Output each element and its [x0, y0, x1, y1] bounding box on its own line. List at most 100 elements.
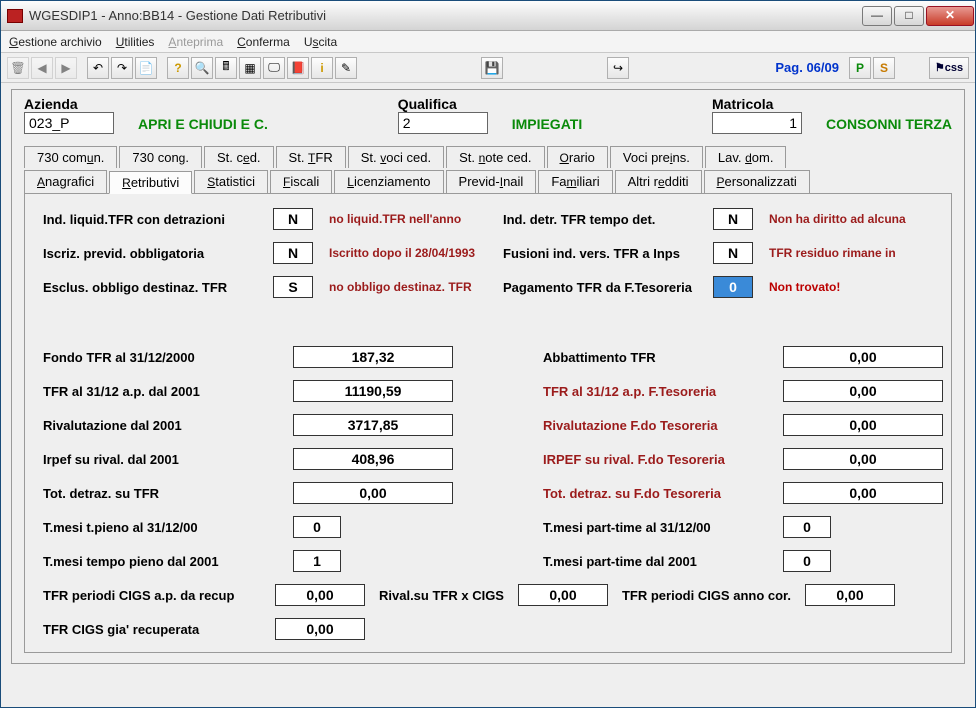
qualifica-name: IMPIEGATI [512, 116, 583, 134]
menubar: Gestione archivio Utilities Anteprima Co… [1, 31, 975, 53]
lab-pagamento: Pagamento TFR da F.Tesoreria [503, 280, 713, 295]
calc-icon[interactable]: 🖩 [215, 57, 237, 79]
fondo-tfr-input[interactable] [293, 346, 453, 368]
tot-detraz-tes-input[interactable] [783, 482, 943, 504]
rival-cigs-input[interactable] [518, 584, 608, 606]
qualifica-label: Qualifica [398, 96, 488, 112]
tab-altri-redditi[interactable]: Altri redditi [615, 170, 702, 193]
maximize-button[interactable]: □ [894, 6, 924, 26]
tmesi-pieno-input[interactable] [293, 516, 341, 538]
exit-icon[interactable]: ↪ [607, 57, 629, 79]
close-button[interactable]: ✕ [926, 6, 974, 26]
tab-previd-inail[interactable]: Previd-Inail [446, 170, 537, 193]
lab-rivalut: Rivalutazione dal 2001 [43, 418, 293, 433]
tab-retributivi[interactable]: Retributivi [109, 171, 192, 194]
menu-utilities[interactable]: Utilities [116, 35, 155, 49]
search-icon[interactable]: 🔍 [191, 57, 213, 79]
ind-detr-input[interactable] [713, 208, 753, 230]
p-button[interactable]: P [849, 57, 871, 79]
window-title: WGESDIP1 - Anno:BB14 - Gestione Dati Ret… [29, 8, 861, 23]
tab-730-cong[interactable]: 730 cong. [119, 146, 202, 168]
tmesi-part2001-input[interactable] [783, 550, 831, 572]
header-row: Azienda APRI E CHIUDI E C. Qualifica IMP… [24, 96, 952, 134]
iscriz-input[interactable] [273, 242, 313, 264]
new-icon[interactable]: 📄 [135, 57, 157, 79]
tfr-3112-input[interactable] [293, 380, 453, 402]
tfr-tesoreria-input[interactable] [783, 380, 943, 402]
content: Azienda APRI E CHIUDI E C. Qualifica IMP… [1, 83, 975, 707]
help-icon[interactable]: ? [167, 57, 189, 79]
s-button[interactable]: S [873, 57, 895, 79]
rivalut-tes-input[interactable] [783, 414, 943, 436]
grid-icon[interactable]: ▦ [239, 57, 261, 79]
tab-fiscali[interactable]: Fiscali [270, 170, 332, 193]
menu-archivio[interactable]: Gestione archivio [9, 35, 102, 49]
matricola-input[interactable] [712, 112, 802, 134]
qualifica-input[interactable] [398, 112, 488, 134]
values-grid: Fondo TFR al 31/12/2000 Abbattimento TFR… [43, 346, 933, 572]
save-icon[interactable]: 💾 [481, 57, 503, 79]
tab-anagrafici[interactable]: Anagrafici [24, 170, 107, 193]
rivalut-input[interactable] [293, 414, 453, 436]
tmesi-part-input[interactable] [783, 516, 831, 538]
azienda-name: APRI E CHIUDI E C. [138, 116, 268, 134]
header-block: Azienda APRI E CHIUDI E C. Qualifica IMP… [11, 89, 965, 664]
tab-st-note-ced[interactable]: St. note ced. [446, 146, 544, 168]
azienda-input[interactable] [24, 112, 114, 134]
irpef-input[interactable] [293, 448, 453, 470]
lab-tmesi-part: T.mesi part-time al 31/12/00 [543, 520, 783, 535]
redo-icon[interactable]: ↷ [111, 57, 133, 79]
tab-st-tfr[interactable]: St. TFR [276, 146, 346, 168]
cigs-ap-input[interactable] [275, 584, 365, 606]
tab-statistici[interactable]: Statistici [194, 170, 268, 193]
pagamento-input[interactable] [713, 276, 753, 298]
info-icon[interactable]: i [311, 57, 333, 79]
app-icon [7, 9, 23, 23]
screen-icon[interactable]: 🖵 [263, 57, 285, 79]
field-azienda: Azienda [24, 96, 114, 134]
abbatt-input[interactable] [783, 346, 943, 368]
tab-st-ced[interactable]: St. ced. [204, 146, 274, 168]
tmesi-pieno2001-input[interactable] [293, 550, 341, 572]
minimize-button[interactable]: — [862, 6, 892, 26]
tab-st-voci-ced[interactable]: St. voci ced. [348, 146, 444, 168]
cigs-rec-input[interactable] [275, 618, 365, 640]
irpef-tes-input[interactable] [783, 448, 943, 470]
lab-ind-detr: Ind. detr. TFR tempo det. [503, 212, 713, 227]
lab-ind-liquid: Ind. liquid.TFR con detrazioni [43, 212, 273, 227]
tab-voci-preins[interactable]: Voci preins. [610, 146, 703, 168]
cigs-row1: TFR periodi CIGS a.p. da recup Rival.su … [43, 584, 933, 606]
lab-rival-cigs: Rival.su TFR x CIGS [379, 588, 504, 603]
tab-orario[interactable]: Orario [547, 146, 608, 168]
tab-panel: Ind. liquid.TFR con detrazioni no liquid… [24, 194, 952, 653]
esclus-input[interactable] [273, 276, 313, 298]
lab-tot-detraz-tes: Tot. detraz. su F.do Tesoreria [543, 486, 783, 501]
fusioni-input[interactable] [713, 242, 753, 264]
lab-irpef-tes: IRPEF su rival. F.do Tesoreria [543, 452, 783, 467]
iscriz-note: Iscritto dopo il 28/04/1993 [323, 246, 503, 260]
tab-familiari[interactable]: Familiari [538, 170, 612, 193]
tab-personalizzati[interactable]: Personalizzati [704, 170, 810, 193]
lab-tfr-3112: TFR al 31/12 a.p. dal 2001 [43, 384, 293, 399]
matricola-label: Matricola [712, 96, 802, 112]
tab-lav-dom[interactable]: Lav. dom. [705, 146, 787, 168]
undo-icon[interactable]: ↶ [87, 57, 109, 79]
css-button[interactable]: ⚑css [929, 57, 969, 79]
tot-detraz-input[interactable] [293, 482, 453, 504]
menu-conferma[interactable]: Conferma [237, 35, 290, 49]
lab-tmesi-part2001: T.mesi part-time dal 2001 [543, 554, 783, 569]
tab-licenziamento[interactable]: Licenziamento [334, 170, 443, 193]
cigs-cor-input[interactable] [805, 584, 895, 606]
book-icon[interactable]: 📕 [287, 57, 309, 79]
lab-tfr-tesoreria: TFR al 31/12 a.p. F.Tesoreria [543, 384, 783, 399]
fusioni-note: TFR residuo rimane in [763, 246, 923, 260]
menu-uscita[interactable]: Uscita [304, 35, 337, 49]
toolbar: 🗑 ◀ ▶ ↶ ↷ 📄 ? 🔍 🖩 ▦ 🖵 📕 i ✎ 💾 ↪ Pag. 06/… [1, 53, 975, 83]
ind-liquid-input[interactable] [273, 208, 313, 230]
prev-icon: ◀ [31, 57, 53, 79]
esclus-note: no obbligo destinaz. TFR [323, 280, 503, 294]
edit-icon[interactable]: ✎ [335, 57, 357, 79]
tab-730-comun[interactable]: 730 comun. [24, 146, 117, 168]
page-indicator: Pag. 06/09 [775, 60, 839, 75]
lab-esclus: Esclus. obbligo destinaz. TFR [43, 280, 273, 295]
